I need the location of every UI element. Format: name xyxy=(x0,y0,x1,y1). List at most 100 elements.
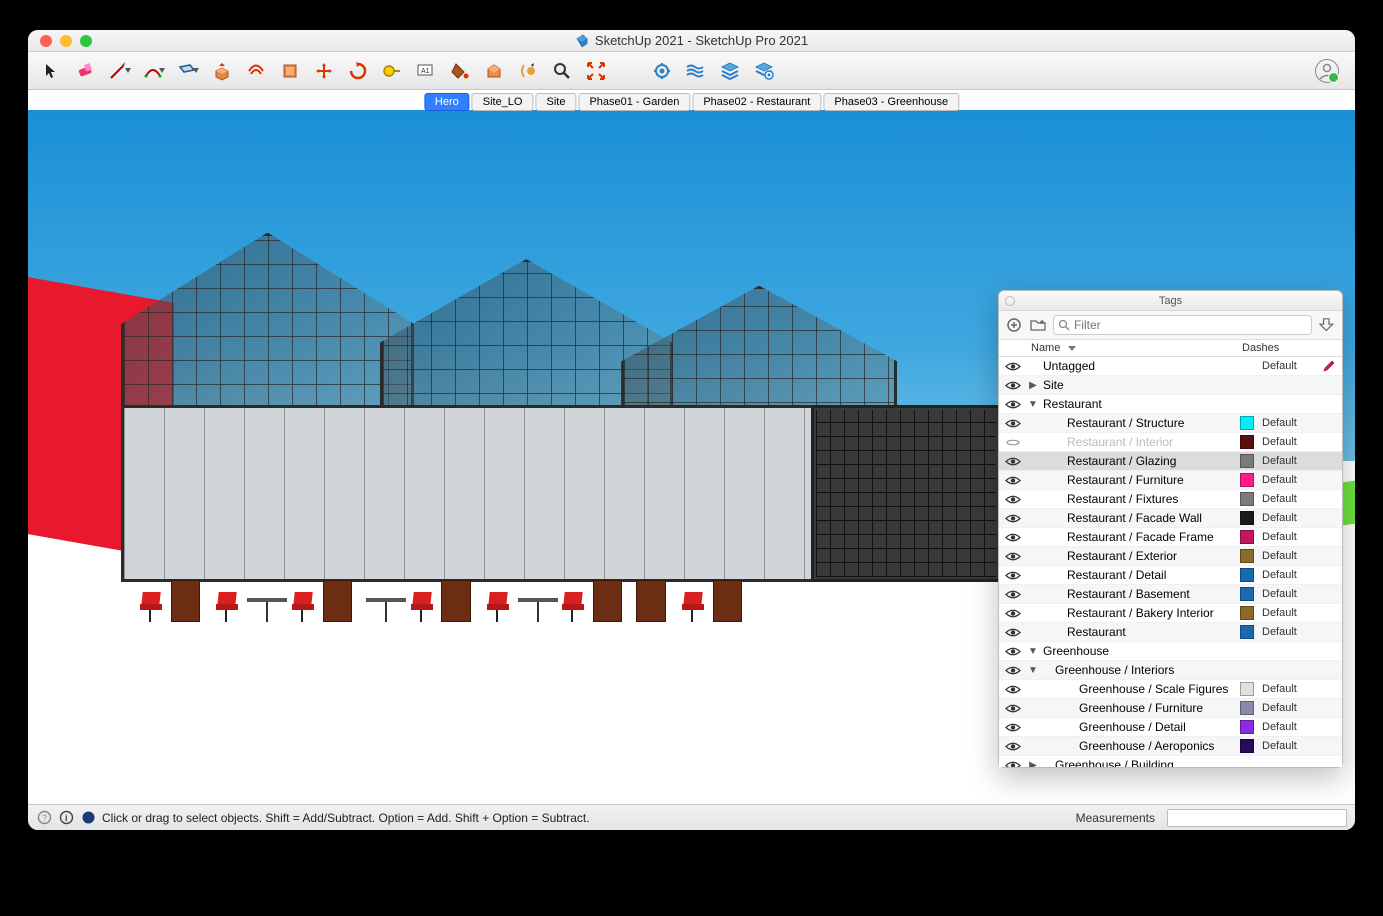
rectangle-tool[interactable] xyxy=(172,56,204,86)
tags-menu-button[interactable] xyxy=(1318,316,1336,334)
dashes-value[interactable]: Default xyxy=(1258,626,1318,638)
dashes-value[interactable]: Default xyxy=(1258,455,1318,467)
dashes-value[interactable]: Default xyxy=(1258,417,1318,429)
visibility-toggle[interactable] xyxy=(1003,608,1023,619)
dashes-value[interactable]: Default xyxy=(1258,607,1318,619)
tag-row[interactable]: Restaurant / ExteriorDefault xyxy=(999,547,1342,566)
follow-me-tool[interactable] xyxy=(274,56,306,86)
visibility-toggle[interactable] xyxy=(1003,456,1023,467)
tag-row[interactable]: Restaurant / InteriorDefault xyxy=(999,433,1342,452)
color-swatch[interactable] xyxy=(1240,739,1254,753)
info-icon[interactable]: i xyxy=(58,810,74,826)
scene-tab[interactable]: Phase03 - Greenhouse xyxy=(823,93,959,111)
scene-tab[interactable]: Site xyxy=(535,93,576,111)
expand-arrow[interactable]: ▶ xyxy=(1027,380,1039,391)
visibility-toggle[interactable] xyxy=(1003,551,1023,562)
orbit-tool[interactable] xyxy=(512,56,544,86)
paint-bucket-tool[interactable] xyxy=(444,56,476,86)
dashes-value[interactable]: Default xyxy=(1258,588,1318,600)
tag-row[interactable]: ▼Restaurant xyxy=(999,395,1342,414)
visibility-toggle[interactable] xyxy=(1003,513,1023,524)
expand-arrow[interactable]: ▶ xyxy=(1027,760,1039,768)
color-swatch[interactable] xyxy=(1240,549,1254,563)
dashes-value[interactable]: Default xyxy=(1258,493,1318,505)
tag-row[interactable]: Greenhouse / Scale FiguresDefault xyxy=(999,680,1342,699)
offset-tool[interactable] xyxy=(240,56,272,86)
visibility-toggle[interactable] xyxy=(1003,760,1023,768)
add-tag-button[interactable] xyxy=(1005,316,1023,334)
visibility-toggle[interactable] xyxy=(1003,570,1023,581)
tag-row[interactable]: Restaurant / Facade FrameDefault xyxy=(999,528,1342,547)
move-tool[interactable] xyxy=(308,56,340,86)
tag-row[interactable]: Greenhouse / AeroponicsDefault xyxy=(999,737,1342,756)
tag-row[interactable]: ▼Greenhouse / Interiors xyxy=(999,661,1342,680)
tag-row[interactable]: Restaurant / StructureDefault xyxy=(999,414,1342,433)
help-icon[interactable]: ? xyxy=(36,810,52,826)
visibility-toggle[interactable] xyxy=(1003,361,1023,372)
visibility-toggle[interactable] xyxy=(1003,380,1023,391)
edit-icon[interactable] xyxy=(1322,359,1338,373)
scene-tab[interactable]: Hero xyxy=(424,93,470,111)
color-swatch[interactable] xyxy=(1240,473,1254,487)
dashes-value[interactable]: Default xyxy=(1258,702,1318,714)
layers-tool[interactable] xyxy=(714,56,746,86)
color-swatch[interactable] xyxy=(1240,587,1254,601)
color-swatch[interactable] xyxy=(1240,454,1254,468)
tag-row[interactable]: Restaurant / FixturesDefault xyxy=(999,490,1342,509)
tag-row[interactable]: UntaggedDefault xyxy=(999,357,1342,376)
add-tag-folder-button[interactable] xyxy=(1029,316,1047,334)
color-swatch[interactable] xyxy=(1240,492,1254,506)
tag-row[interactable]: Restaurant / Facade WallDefault xyxy=(999,509,1342,528)
tape-measure-tool[interactable] xyxy=(376,56,408,86)
zoom-window-button[interactable] xyxy=(80,35,92,47)
color-swatch[interactable] xyxy=(1240,568,1254,582)
color-swatch[interactable] xyxy=(1240,720,1254,734)
tag-row[interactable]: Restaurant / DetailDefault xyxy=(999,566,1342,585)
visibility-toggle[interactable] xyxy=(1003,399,1023,410)
color-swatch[interactable] xyxy=(1240,511,1254,525)
dashes-value[interactable]: Default xyxy=(1258,569,1318,581)
tag-row[interactable]: ▶Site xyxy=(999,376,1342,395)
push-pull-tool[interactable] xyxy=(206,56,238,86)
tag-row[interactable]: ▼Greenhouse xyxy=(999,642,1342,661)
visibility-toggle[interactable] xyxy=(1003,475,1023,486)
rotate-tool[interactable] xyxy=(342,56,374,86)
close-panel-icon[interactable] xyxy=(1005,296,1015,306)
visibility-toggle[interactable] xyxy=(1003,703,1023,714)
visibility-toggle[interactable] xyxy=(1003,437,1023,448)
dashes-value[interactable]: Default xyxy=(1258,740,1318,752)
visibility-toggle[interactable] xyxy=(1003,494,1023,505)
dashes-value[interactable]: Default xyxy=(1258,531,1318,543)
cloud-sync-tool[interactable] xyxy=(680,56,712,86)
text-tool[interactable]: A1 xyxy=(410,56,442,86)
dashes-value[interactable]: Default xyxy=(1258,550,1318,562)
dashes-value[interactable]: Default xyxy=(1258,683,1318,695)
cloud-settings-tool[interactable] xyxy=(646,56,678,86)
tag-row[interactable]: ▶Greenhouse / Building xyxy=(999,756,1342,767)
account-button[interactable] xyxy=(1311,55,1343,87)
dashes-value[interactable]: Default xyxy=(1258,474,1318,486)
color-swatch[interactable] xyxy=(1240,606,1254,620)
visibility-toggle[interactable] xyxy=(1003,532,1023,543)
dashes-value[interactable]: Default xyxy=(1258,512,1318,524)
layers-settings-tool[interactable] xyxy=(748,56,780,86)
minimize-window-button[interactable] xyxy=(60,35,72,47)
tag-row[interactable]: Greenhouse / FurnitureDefault xyxy=(999,699,1342,718)
eraser-tool[interactable] xyxy=(70,56,102,86)
visibility-toggle[interactable] xyxy=(1003,665,1023,676)
filter-input[interactable] xyxy=(1074,318,1307,332)
color-swatch[interactable] xyxy=(1240,416,1254,430)
tag-row[interactable]: Restaurant / BasementDefault xyxy=(999,585,1342,604)
expand-arrow[interactable]: ▼ xyxy=(1027,665,1039,676)
dashes-value[interactable]: Default xyxy=(1258,360,1318,372)
visibility-toggle[interactable] xyxy=(1003,722,1023,733)
zoom-extents-tool[interactable] xyxy=(580,56,612,86)
arc-tool[interactable] xyxy=(138,56,170,86)
measurements-input[interactable] xyxy=(1167,809,1347,827)
tag-row[interactable]: Restaurant / Bakery InteriorDefault xyxy=(999,604,1342,623)
select-tool[interactable] xyxy=(36,56,68,86)
visibility-toggle[interactable] xyxy=(1003,589,1023,600)
visibility-toggle[interactable] xyxy=(1003,684,1023,695)
tags-panel[interactable]: Tags Name Dashes UntaggedDefault▶Site▼Re… xyxy=(998,290,1343,768)
dashes-value[interactable]: Default xyxy=(1258,436,1318,448)
